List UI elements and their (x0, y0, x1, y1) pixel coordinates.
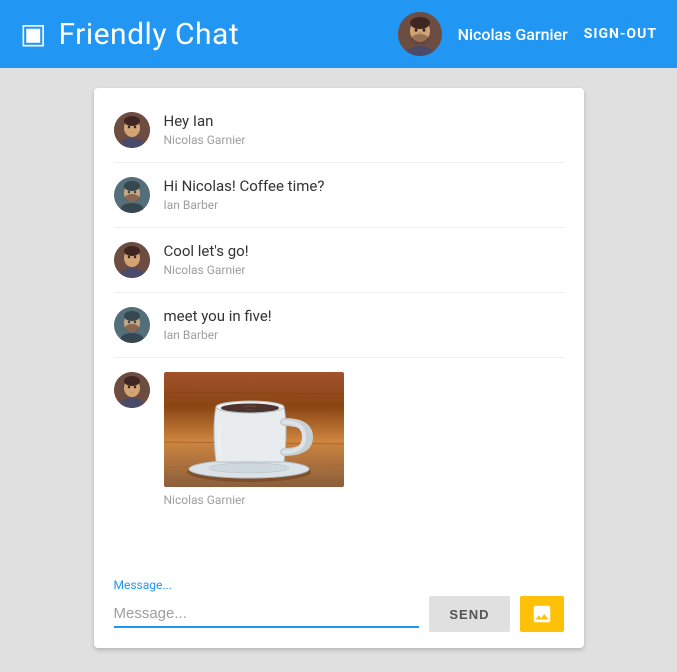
message-avatar (114, 112, 150, 148)
message-input-label: Message... (114, 578, 564, 592)
message-item: Cool let's go! Nicolas Garnier (114, 228, 564, 293)
message-sender: Nicolas Garnier (164, 263, 564, 277)
message-sender: Nicolas Garnier (164, 133, 564, 147)
message-content: Nicolas Garnier (164, 372, 564, 507)
messages-list: Hey Ian Nicolas Garnier Hi Nicolas! Coff… (94, 88, 584, 566)
message-avatar (114, 372, 150, 408)
chat-icon: ▣ (20, 20, 46, 48)
message-item: Hi Nicolas! Coffee time? Ian Barber (114, 163, 564, 228)
message-content: Hi Nicolas! Coffee time? Ian Barber (164, 177, 564, 212)
message-input[interactable] (114, 601, 420, 628)
message-sender: Nicolas Garnier (164, 493, 564, 507)
sign-out-button[interactable]: SIGN-OUT (584, 26, 657, 42)
chat-window: Hey Ian Nicolas Garnier Hi Nicolas! Coff… (94, 88, 584, 648)
message-sender: Ian Barber (164, 198, 564, 212)
image-icon (531, 603, 553, 625)
header-brand: ▣ Friendly Chat (20, 17, 239, 52)
message-item: Nicolas Garnier (114, 358, 564, 521)
avatar (398, 12, 442, 56)
message-avatar (114, 307, 150, 343)
message-input-area: Message... SEND (94, 566, 584, 648)
message-item: meet you in five! Ian Barber (114, 293, 564, 358)
message-content: Cool let's go! Nicolas Garnier (164, 242, 564, 277)
message-text: Cool let's go! (164, 242, 564, 260)
app-header: ▣ Friendly Chat (0, 0, 677, 68)
header-user-area: Nicolas Garnier SIGN-OUT (398, 12, 657, 56)
message-text: Hi Nicolas! Coffee time? (164, 177, 564, 195)
message-avatar (114, 177, 150, 213)
message-avatar (114, 242, 150, 278)
send-button[interactable]: SEND (429, 596, 509, 632)
message-content: Hey Ian Nicolas Garnier (164, 112, 564, 147)
message-item: Hey Ian Nicolas Garnier (114, 98, 564, 163)
app-title: Friendly Chat (58, 17, 239, 52)
image-upload-button[interactable] (520, 596, 564, 632)
message-image (164, 372, 564, 487)
message-content: meet you in five! Ian Barber (164, 307, 564, 342)
user-name-label: Nicolas Garnier (458, 25, 568, 44)
message-text: Hey Ian (164, 112, 564, 130)
message-text: meet you in five! (164, 307, 564, 325)
message-sender: Ian Barber (164, 328, 564, 342)
input-row: SEND (114, 596, 564, 632)
